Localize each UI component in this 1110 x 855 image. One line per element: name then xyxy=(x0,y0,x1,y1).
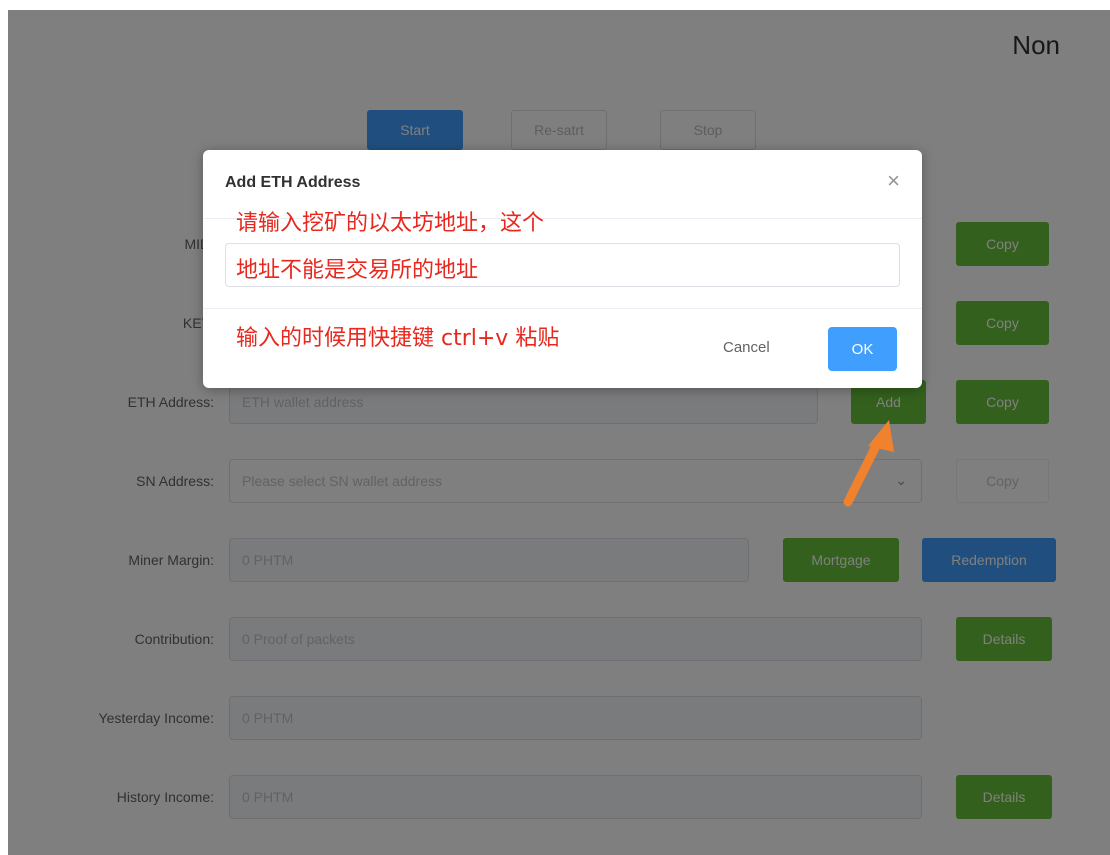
annotation-line-1: 请输入挖矿的以太坊地址，这个 xyxy=(236,211,545,236)
annotation-line-3: 输入的时候用快捷键 ctrl+v 粘贴 xyxy=(236,326,560,351)
dialog-footer-divider xyxy=(203,308,922,309)
add-eth-address-dialog: Add ETH Address × Cancel OK 请输入挖矿的以太坊地址，… xyxy=(203,150,922,388)
ok-button[interactable]: OK xyxy=(828,327,897,371)
close-icon[interactable]: × xyxy=(887,170,900,192)
annotation-line-2: 地址不能是交易所的地址 xyxy=(236,258,479,283)
cancel-button[interactable]: Cancel xyxy=(723,339,770,356)
modal-overlay[interactable] xyxy=(8,10,1110,855)
dialog-title: Add ETH Address xyxy=(225,174,361,191)
